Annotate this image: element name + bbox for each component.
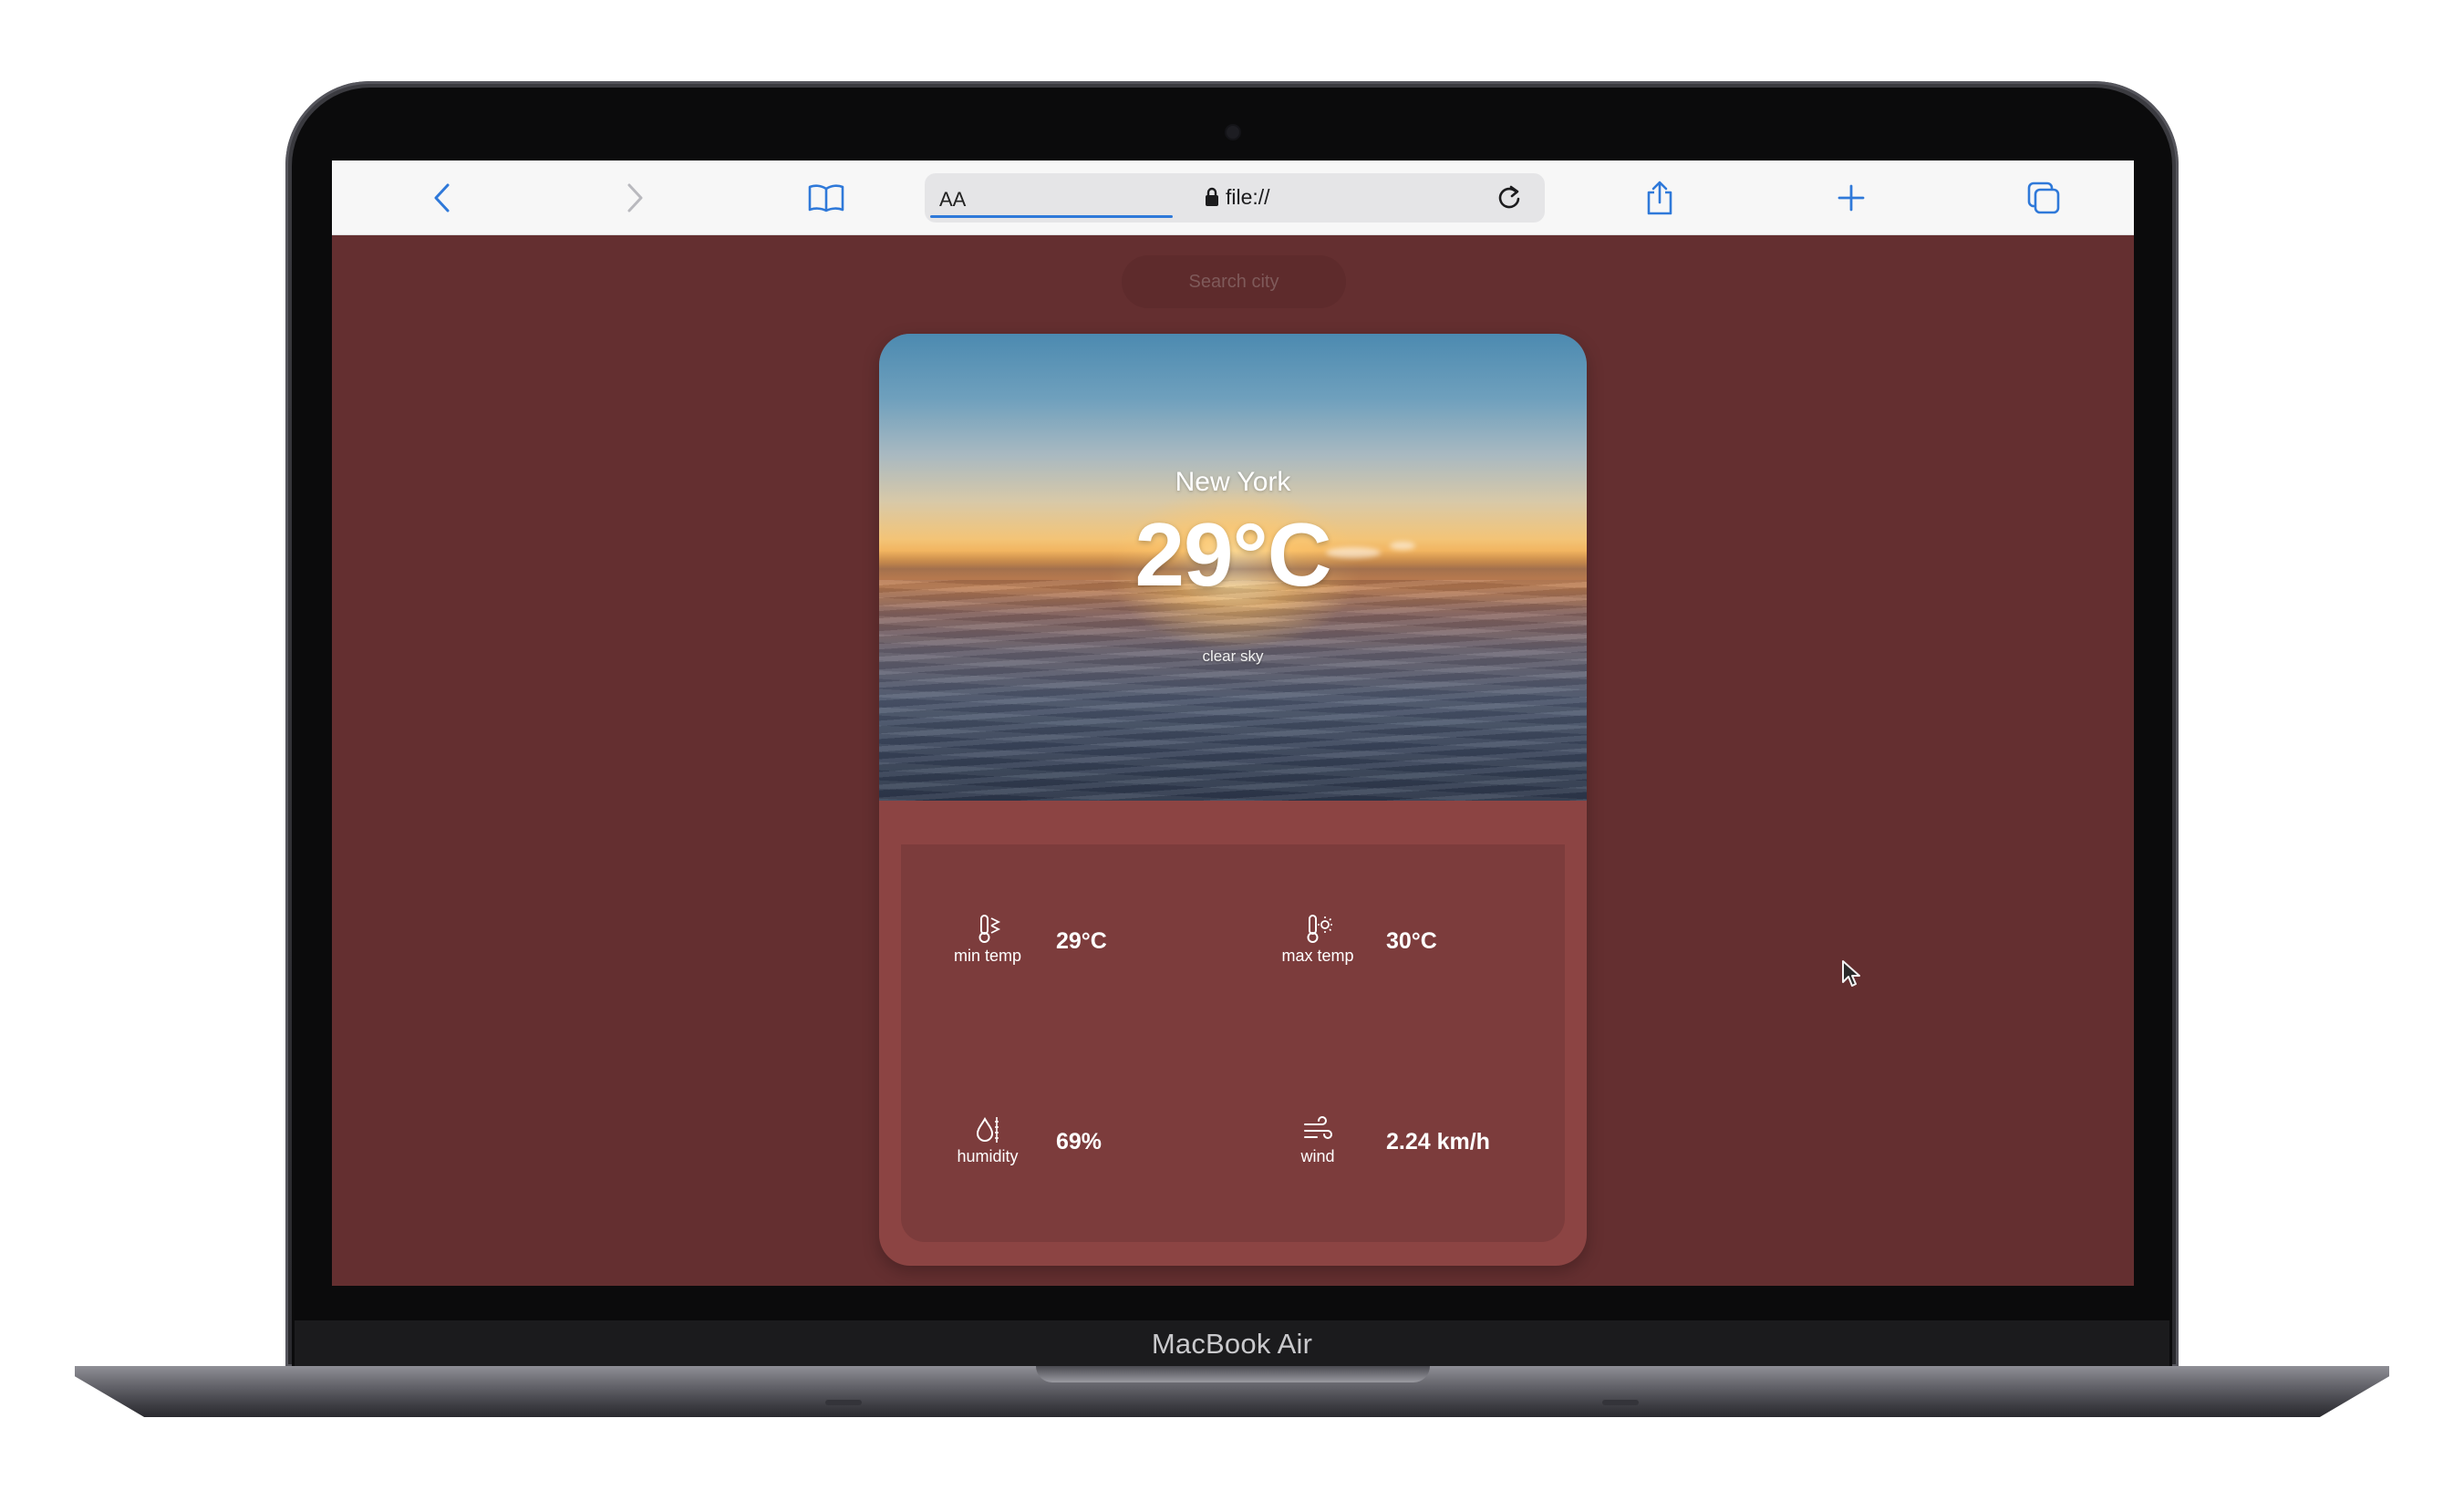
tabs-icon	[2027, 181, 2060, 214]
city-name: New York	[1175, 467, 1291, 497]
stat-icon-wrap: max temp	[1268, 914, 1368, 966]
weather-stats-panel: min temp 29°C max temp 30°C humidity 69%…	[901, 844, 1565, 1242]
mouse-cursor-icon	[1842, 960, 1860, 987]
forward-button[interactable]	[615, 178, 655, 218]
address-bar[interactable]: AA file://	[925, 173, 1545, 223]
stat-value: 2.24 km/h	[1386, 1129, 1490, 1154]
current-temperature: 29°C	[1134, 504, 1332, 605]
share-icon	[1647, 181, 1672, 215]
page-load-progress	[930, 215, 1173, 218]
stat-icon-wrap: wind	[1268, 1114, 1368, 1166]
lock-icon	[1206, 187, 1218, 206]
screen: AA file:// New York 29°C clear sky	[332, 160, 2134, 1286]
chevron-left-icon	[434, 183, 450, 212]
stat-max-temp: max temp 30°C	[1268, 914, 1578, 987]
weather-description: clear sky	[1202, 647, 1264, 665]
stat-wind: wind 2.24 km/h	[1268, 1114, 1578, 1187]
camera-icon	[1227, 126, 1239, 139]
chevron-right-icon	[627, 183, 643, 212]
stat-icon-wrap: min temp	[937, 914, 1038, 966]
reload-icon[interactable]	[1495, 183, 1524, 212]
laptop-chin: MacBook Air	[295, 1320, 2169, 1368]
stat-value: 29°C	[1056, 928, 1107, 954]
tabs-overview-button[interactable]	[2024, 178, 2064, 218]
wind-icon	[1304, 1116, 1332, 1139]
weather-card: New York 29°C clear sky min temp 29°C ma…	[879, 334, 1587, 1266]
humidity-icon	[976, 1116, 999, 1143]
thermometer-cold-icon	[978, 915, 1001, 943]
laptop-foot	[825, 1400, 862, 1405]
device-label: MacBook Air	[1151, 1328, 1313, 1360]
url-text: file://	[1226, 185, 1270, 209]
stat-value: 30°C	[1386, 928, 1437, 954]
text-size-button[interactable]: AA	[939, 188, 966, 212]
share-button[interactable]	[1640, 178, 1680, 218]
search-city-input[interactable]	[1122, 255, 1346, 308]
thermometer-sun-icon	[1307, 915, 1332, 943]
stat-label: humidity	[957, 1147, 1019, 1165]
back-button[interactable]	[422, 178, 462, 218]
laptop-foot	[1602, 1400, 1639, 1405]
stat-humidity: humidity 69%	[937, 1114, 1248, 1187]
stat-label: wind	[1300, 1147, 1335, 1165]
stat-label: max temp	[1281, 947, 1354, 965]
cloud-sea	[879, 580, 1587, 801]
stat-icon-wrap: humidity	[937, 1114, 1038, 1166]
new-tab-button[interactable]	[1831, 178, 1871, 218]
stat-min-temp: min temp 29°C	[937, 914, 1248, 987]
laptop-hinge-notch	[1036, 1366, 1430, 1382]
stat-label: min temp	[953, 947, 1022, 965]
stat-value: 69%	[1056, 1129, 1103, 1154]
bookmarks-button[interactable]	[806, 178, 846, 218]
weather-hero-image: New York 29°C clear sky	[879, 334, 1587, 801]
book-icon	[808, 184, 844, 212]
plus-icon	[1838, 184, 1865, 212]
browser-toolbar: AA file://	[332, 160, 2134, 235]
